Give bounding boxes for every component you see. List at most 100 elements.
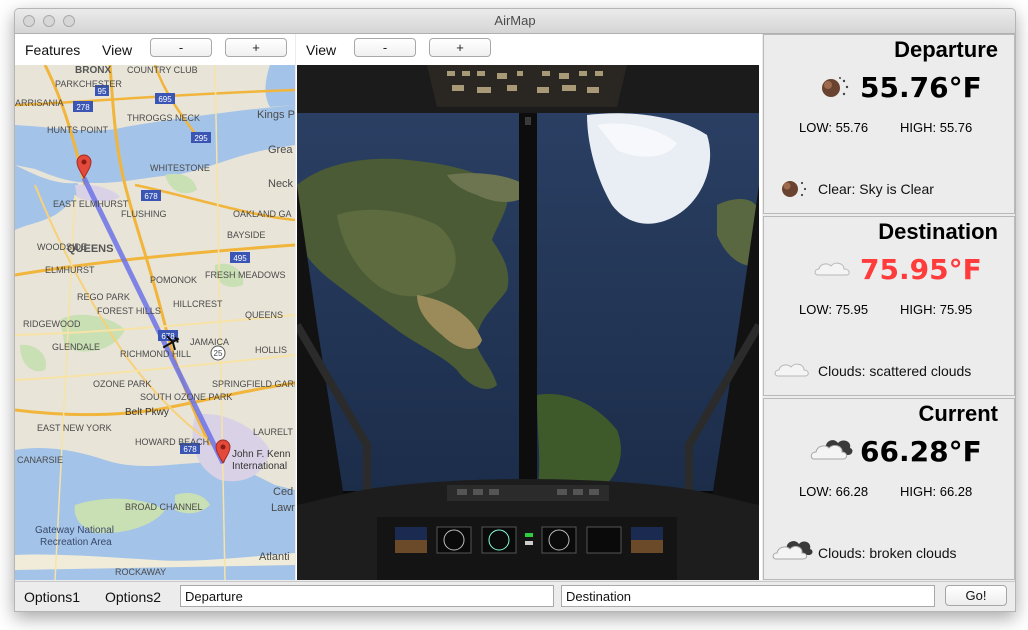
map-label: Kings P: [257, 109, 295, 121]
map-label: QUEENS: [245, 310, 283, 320]
menu-options2[interactable]: Options2: [105, 589, 161, 605]
temperature: 75.95°F: [860, 253, 982, 286]
high-temp: HIGH: 75.95: [900, 302, 973, 317]
map-label: ELMHURST: [45, 265, 95, 275]
shield-label: 695: [158, 95, 172, 104]
cockpit-view[interactable]: [297, 65, 759, 580]
map-menubar: Features View - +: [15, 34, 295, 64]
map-label: COUNTRY CLUB: [127, 65, 198, 75]
map-zoom-in-button[interactable]: +: [225, 38, 287, 57]
map-label: CANARSIE: [17, 455, 63, 465]
broken-clouds-icon: [810, 440, 853, 460]
map-label: HOLLIS: [255, 345, 287, 355]
map-label: WHITESTONE: [150, 163, 210, 173]
menu-view[interactable]: View: [102, 42, 132, 58]
bottom-toolbar: Options1 Options2 Go!: [15, 581, 1015, 611]
map-label: Atlanti: [259, 551, 290, 563]
cockpit-panel: View - +: [296, 34, 762, 580]
shield-label: 278: [76, 103, 90, 112]
broken-clouds-icon: [772, 541, 813, 560]
highway-shield: 295: [191, 132, 211, 143]
map-label: BRONX: [75, 65, 111, 76]
map-label: LAURELT: [253, 427, 293, 437]
map-label: RIDGEWOOD: [23, 319, 81, 329]
weather-description: Clear: Sky is Clear: [818, 181, 934, 197]
app-window: AirMap Features View - + 95 278 695 295 …: [14, 8, 1016, 612]
highway-shield: 695: [155, 93, 175, 104]
scattered-clouds-icon: [774, 363, 809, 377]
high-temp: HIGH: 55.76: [900, 120, 973, 135]
map-label: FOREST HILLS: [97, 306, 161, 316]
destination-weather-card: Destination 75.95°F LOW: 75.95 HIGH: 75.…: [763, 216, 1015, 396]
shield-label: 295: [194, 134, 208, 143]
map-label: John F. Kenn: [232, 449, 290, 460]
map-label: QUEENS: [67, 243, 113, 255]
map-zoom-out-button[interactable]: -: [150, 38, 212, 57]
map-label: Lawr: [271, 502, 295, 514]
map-label: Grea: [268, 144, 293, 156]
map-label: SOUTH OZONE PARK: [140, 392, 232, 402]
weather-description: Clouds: broken clouds: [818, 545, 957, 561]
high-temp: HIGH: 66.28: [900, 484, 973, 499]
cockpit-zoom-out-button[interactable]: -: [354, 38, 416, 57]
map-label: OZONE PARK: [93, 379, 151, 389]
menu-options1[interactable]: Options1: [24, 589, 80, 605]
map-label: POMONOK: [150, 275, 197, 285]
card-title: Departure: [894, 37, 998, 62]
go-button[interactable]: Go!: [945, 585, 1007, 606]
map-label: Ced: [273, 486, 293, 498]
menu-features[interactable]: Features: [25, 42, 80, 58]
current-weather-card: Current 66.28°F LOW: 66.28 HIGH: 66.28 C…: [763, 398, 1015, 580]
route-shield: 25: [210, 345, 226, 361]
map-label: BAYSIDE: [227, 230, 265, 240]
shield-label: 678: [144, 192, 158, 201]
map-label: OAKLAND GA: [233, 209, 292, 219]
clear-sky-icon: [822, 77, 849, 97]
map-label: BROAD CHANNEL: [125, 502, 203, 512]
destination-input[interactable]: [561, 585, 935, 607]
map-panel: Features View - + 95 278 695 295 678 495…: [15, 34, 295, 580]
highway-shield: 495: [230, 252, 250, 263]
clear-sky-icon: [782, 181, 807, 197]
departure-input[interactable]: [180, 585, 554, 607]
scattered-clouds-icon: [814, 262, 850, 276]
map-label: Neck: [268, 178, 294, 190]
map-label: International: [232, 461, 287, 472]
map-label: Gateway National: [35, 525, 114, 536]
low-temp: LOW: 66.28: [799, 484, 869, 499]
card-title: Destination: [878, 219, 998, 244]
departure-weather-card: Departure 55.76°F LOW: 55.76 HIGH: 55.76…: [763, 34, 1015, 214]
map-label: THROGGS NECK: [127, 113, 200, 123]
map-label: Recreation Area: [40, 537, 112, 548]
map-label: EAST NEW YORK: [37, 423, 112, 433]
highway-shield: 678: [141, 190, 161, 201]
map-label: JAMAICA: [190, 337, 229, 347]
map-label: ROCKAWAY: [115, 567, 166, 577]
map-label: ARRISANIA: [15, 98, 64, 108]
highway-shield: 678: [158, 330, 178, 341]
map-label: PARKCHESTER: [55, 79, 122, 89]
temperature: 55.76°F: [860, 71, 982, 104]
temperature: 66.28°F: [860, 435, 982, 468]
menu-view[interactable]: View: [306, 42, 336, 58]
cockpit-zoom-in-button[interactable]: +: [429, 38, 491, 57]
map-label: SPRINGFIELD GARDENS: [212, 379, 295, 389]
low-temp: LOW: 55.76: [799, 120, 869, 135]
highway-shield: 278: [73, 101, 93, 112]
map-label: REGO PARK: [77, 292, 130, 302]
low-temp: LOW: 75.95: [799, 302, 869, 317]
map-label: EAST ELMHURST: [53, 199, 129, 209]
weather-panel: Departure 55.76°F LOW: 55.76 HIGH: 55.76…: [763, 34, 1015, 580]
map-label: HUNTS POINT: [47, 125, 109, 135]
title-bar: AirMap: [15, 9, 1015, 34]
cockpit-menubar: View - +: [296, 34, 762, 64]
weather-description: Clouds: scattered clouds: [818, 363, 972, 379]
map-label: FRESH MEADOWS: [205, 270, 286, 280]
map-label: GLENDALE: [52, 342, 100, 352]
map-label: FLUSHING: [121, 209, 167, 219]
route-map[interactable]: 95 278 695 295 678 495 25 678 678 BRONX …: [15, 65, 295, 580]
map-label: Belt Pkwy: [125, 407, 169, 418]
window-title: AirMap: [494, 13, 536, 28]
card-title: Current: [918, 401, 998, 426]
map-label: HILLCREST: [173, 299, 223, 309]
